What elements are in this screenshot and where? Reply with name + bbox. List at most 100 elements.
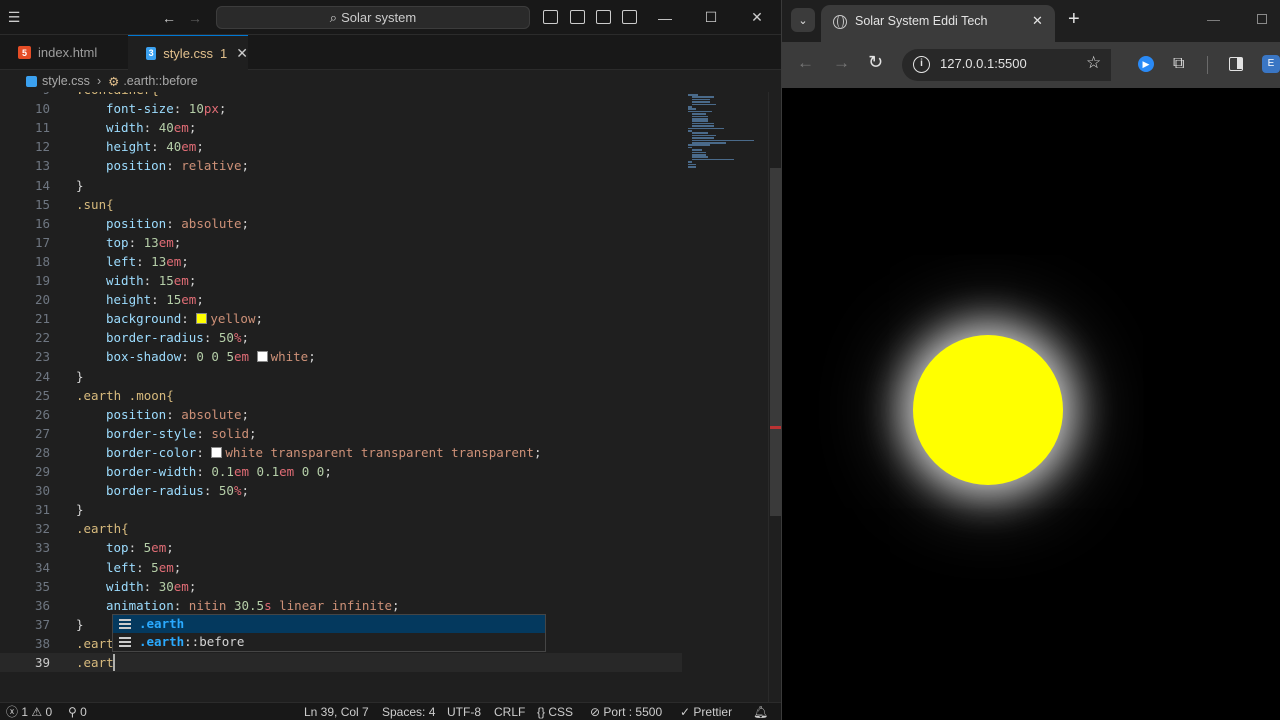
ports-indicator[interactable]: ⚲ 0 — [68, 703, 87, 720]
command-center-search[interactable]: ⌕ Solar system — [216, 6, 530, 29]
maximize-icon[interactable] — [1257, 14, 1267, 24]
color-swatch[interactable] — [256, 351, 268, 363]
minimap[interactable] — [688, 92, 768, 172]
forward-arrow-icon[interactable]: → — [833, 53, 850, 73]
command-center-title: Solar system — [341, 10, 417, 25]
profile-avatar[interactable]: E — [1262, 55, 1280, 73]
code-line[interactable]: 20 height: 15em; — [0, 290, 700, 309]
code-token: 15 — [158, 273, 174, 288]
code-line[interactable]: 11 width: 40em; — [0, 118, 700, 137]
end-of-line[interactable]: CRLF — [494, 703, 525, 720]
vertical-scrollbar[interactable] — [768, 92, 781, 702]
minimap-line — [692, 125, 714, 127]
code-line[interactable]: 14} — [0, 176, 700, 195]
code-line[interactable]: 30 border-radius: 50%; — [0, 481, 700, 500]
code-line[interactable]: 26 position: absolute; — [0, 405, 700, 424]
problems-indicator[interactable]: ⓧ 1 ⚠ 0 — [6, 703, 52, 720]
code-line[interactable]: 22 border-radius: 50%; — [0, 328, 700, 347]
minimize-icon[interactable]: — — [642, 0, 688, 35]
customize-layout-icon[interactable] — [622, 10, 637, 24]
code-token: 40 — [166, 139, 182, 155]
code-line[interactable]: 36 animation: nitin 30.5s linear infinite… — [0, 596, 700, 615]
minimap-line — [692, 137, 714, 139]
code-line[interactable]: 39 .eart — [0, 653, 682, 672]
code-line[interactable]: 17 top: 13em; — [0, 233, 700, 252]
toggle-panel-icon[interactable] — [570, 10, 585, 24]
code-line[interactable]: 25 .earth .moon{ — [0, 386, 700, 405]
site-info-icon[interactable]: i — [913, 56, 930, 73]
toggle-primary-sidebar-icon[interactable] — [543, 10, 558, 24]
breadcrumb-symbol[interactable]: .earth::before — [123, 74, 197, 88]
code-line[interactable]: 33 top: 5em; — [0, 538, 700, 557]
code-line[interactable]: 31} — [0, 500, 700, 519]
extension-icon[interactable]: ▶ — [1138, 56, 1154, 72]
code-line[interactable]: 15 .sun{ — [0, 195, 700, 214]
minimap-line — [692, 118, 708, 120]
minimap-line — [692, 134, 716, 137]
close-tab-icon[interactable]: ✕ — [1032, 13, 1043, 29]
code-line[interactable]: 28 border-color: white transparent transp… — [0, 443, 700, 462]
breadcrumb-file[interactable]: style.css — [42, 74, 90, 88]
new-tab-plus-icon[interactable]: + — [1068, 9, 1080, 29]
indentation[interactable]: Spaces: 4 — [382, 703, 435, 720]
code-line[interactable]: 21 background: yellow; — [0, 309, 700, 328]
code-text: border-radius: 50%; — [76, 328, 249, 347]
code-token: ; — [188, 578, 197, 594]
code-token: ; — [392, 597, 400, 613]
tab-style-css[interactable]: 3 style.css 1 ✕ — [128, 35, 248, 70]
code-line[interactable]: 9 .container{ — [0, 92, 700, 99]
notifications-bell-icon[interactable]: 🔔︎ — [753, 703, 768, 720]
suggestion-item[interactable]: .earth — [113, 615, 545, 633]
suggestion-item[interactable]: .earth::before — [113, 633, 545, 651]
code-line[interactable]: 34 left: 5em; — [0, 558, 700, 577]
browser-tab[interactable]: Solar System Eddi Tech ✕ — [821, 5, 1055, 42]
tab-index-html[interactable]: 5 index.html — [0, 35, 128, 70]
code-line[interactable]: 23 box-shadow: 0 0 5em white; — [0, 347, 700, 366]
cursor-position[interactable]: Ln 39, Col 7 — [304, 703, 369, 720]
tab-search-chevron-icon[interactable]: ⌄ — [791, 8, 815, 32]
prettier-status[interactable]: ✓ Prettier — [680, 703, 732, 720]
no-entry-icon: ⊘ — [590, 705, 601, 719]
suggestion-match: .earth — [139, 616, 185, 631]
code-line[interactable]: 18 left: 13em; — [0, 252, 700, 271]
hamburger-menu-icon[interactable]: ☰ — [0, 0, 28, 35]
code-line[interactable]: 32 .earth{ — [0, 519, 700, 538]
bookmark-star-icon[interactable]: ☆ — [1086, 53, 1101, 73]
code-line[interactable]: 16 position: absolute; — [0, 214, 700, 233]
code-token: 0 — [196, 349, 204, 365]
code-editor[interactable]: 9.container{10font-size: 10px;11width: 4… — [0, 92, 781, 702]
toggle-secondary-sidebar-icon[interactable] — [596, 10, 611, 24]
line-number: 23 — [34, 349, 50, 365]
reload-icon[interactable]: ↻ — [868, 52, 883, 73]
code-line[interactable]: 24} — [0, 367, 700, 386]
minimize-icon[interactable]: — — [1207, 12, 1220, 27]
code-line[interactable]: 13 position: relative; — [0, 156, 700, 175]
code-line[interactable]: 10 font-size: 10px; — [0, 99, 700, 118]
code-line[interactable]: 27 border-style: solid; — [0, 424, 700, 443]
back-arrow-icon[interactable]: ← — [158, 0, 180, 35]
maximize-icon[interactable]: ☐ — [688, 0, 734, 35]
live-server-port[interactable]: ⊘ Port : 5500 — [590, 703, 662, 720]
line-number: 12 — [34, 139, 50, 155]
scrollbar-thumb[interactable] — [770, 168, 781, 516]
back-arrow-icon[interactable]: ← — [797, 53, 814, 73]
url-text[interactable]: 127.0.0.1:5500 — [940, 56, 1027, 71]
code-line[interactable]: 12 height: 40em; — [0, 137, 700, 156]
language-mode[interactable]: {} CSS — [537, 703, 573, 720]
code-line[interactable]: 19 width: 15em; — [0, 271, 700, 290]
encoding[interactable]: UTF-8 — [447, 703, 481, 720]
close-window-icon[interactable]: ✕ — [734, 0, 780, 35]
code-token: ; — [173, 559, 182, 575]
puzzle-extensions-icon[interactable]: ⧉ — [1173, 55, 1184, 73]
code-token: : — [181, 349, 197, 365]
code-token: ; — [188, 273, 197, 288]
color-swatch[interactable] — [196, 313, 208, 325]
code-text: border-color: white transparent transpar… — [76, 443, 541, 462]
color-swatch[interactable] — [211, 446, 223, 458]
code-line[interactable]: 35 width: 30em; — [0, 577, 700, 596]
forward-arrow-icon[interactable]: → — [184, 0, 206, 35]
close-tab-icon[interactable]: ✕ — [236, 45, 248, 62]
code-line[interactable]: 29 border-width: 0.1em 0.1em 0 0; — [0, 462, 700, 481]
side-panel-icon[interactable] — [1229, 57, 1243, 71]
code-token: height — [106, 139, 152, 155]
